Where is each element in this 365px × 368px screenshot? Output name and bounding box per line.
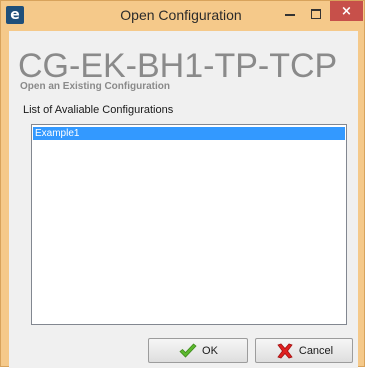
dialog-window: e Open Configuration × CG-EK-BH1-TP-TCP … [0,0,365,368]
configurations-list-label: List of Avaliable Configurations [23,104,174,116]
red-x-icon [277,343,293,358]
dialog-subtitle: Open an Existing Configuration [20,81,170,92]
app-icon[interactable]: e [6,6,24,24]
close-button[interactable]: × [330,1,363,21]
cancel-button[interactable]: Cancel [255,338,353,363]
configurations-list[interactable]: Example1 [31,124,347,325]
dialog-body: CG-EK-BH1-TP-TCP Open an Existing Config… [9,31,358,368]
window-title: Open Configuration [120,7,242,23]
app-icon-letter: e [10,6,20,23]
ok-label: OK [202,344,218,357]
title-bar[interactable]: e Open Configuration × [1,1,364,31]
product-name: CG-EK-BH1-TP-TCP [18,47,338,85]
minimize-icon [285,14,295,16]
minimize-button[interactable] [281,6,299,22]
cancel-label: Cancel [298,344,334,357]
close-icon: × [341,3,352,19]
maximize-icon [311,9,321,19]
list-item-selected[interactable]: Example1 [33,127,345,140]
ok-button[interactable]: OK [148,338,248,363]
check-icon [179,342,197,358]
maximize-button[interactable] [307,6,325,22]
